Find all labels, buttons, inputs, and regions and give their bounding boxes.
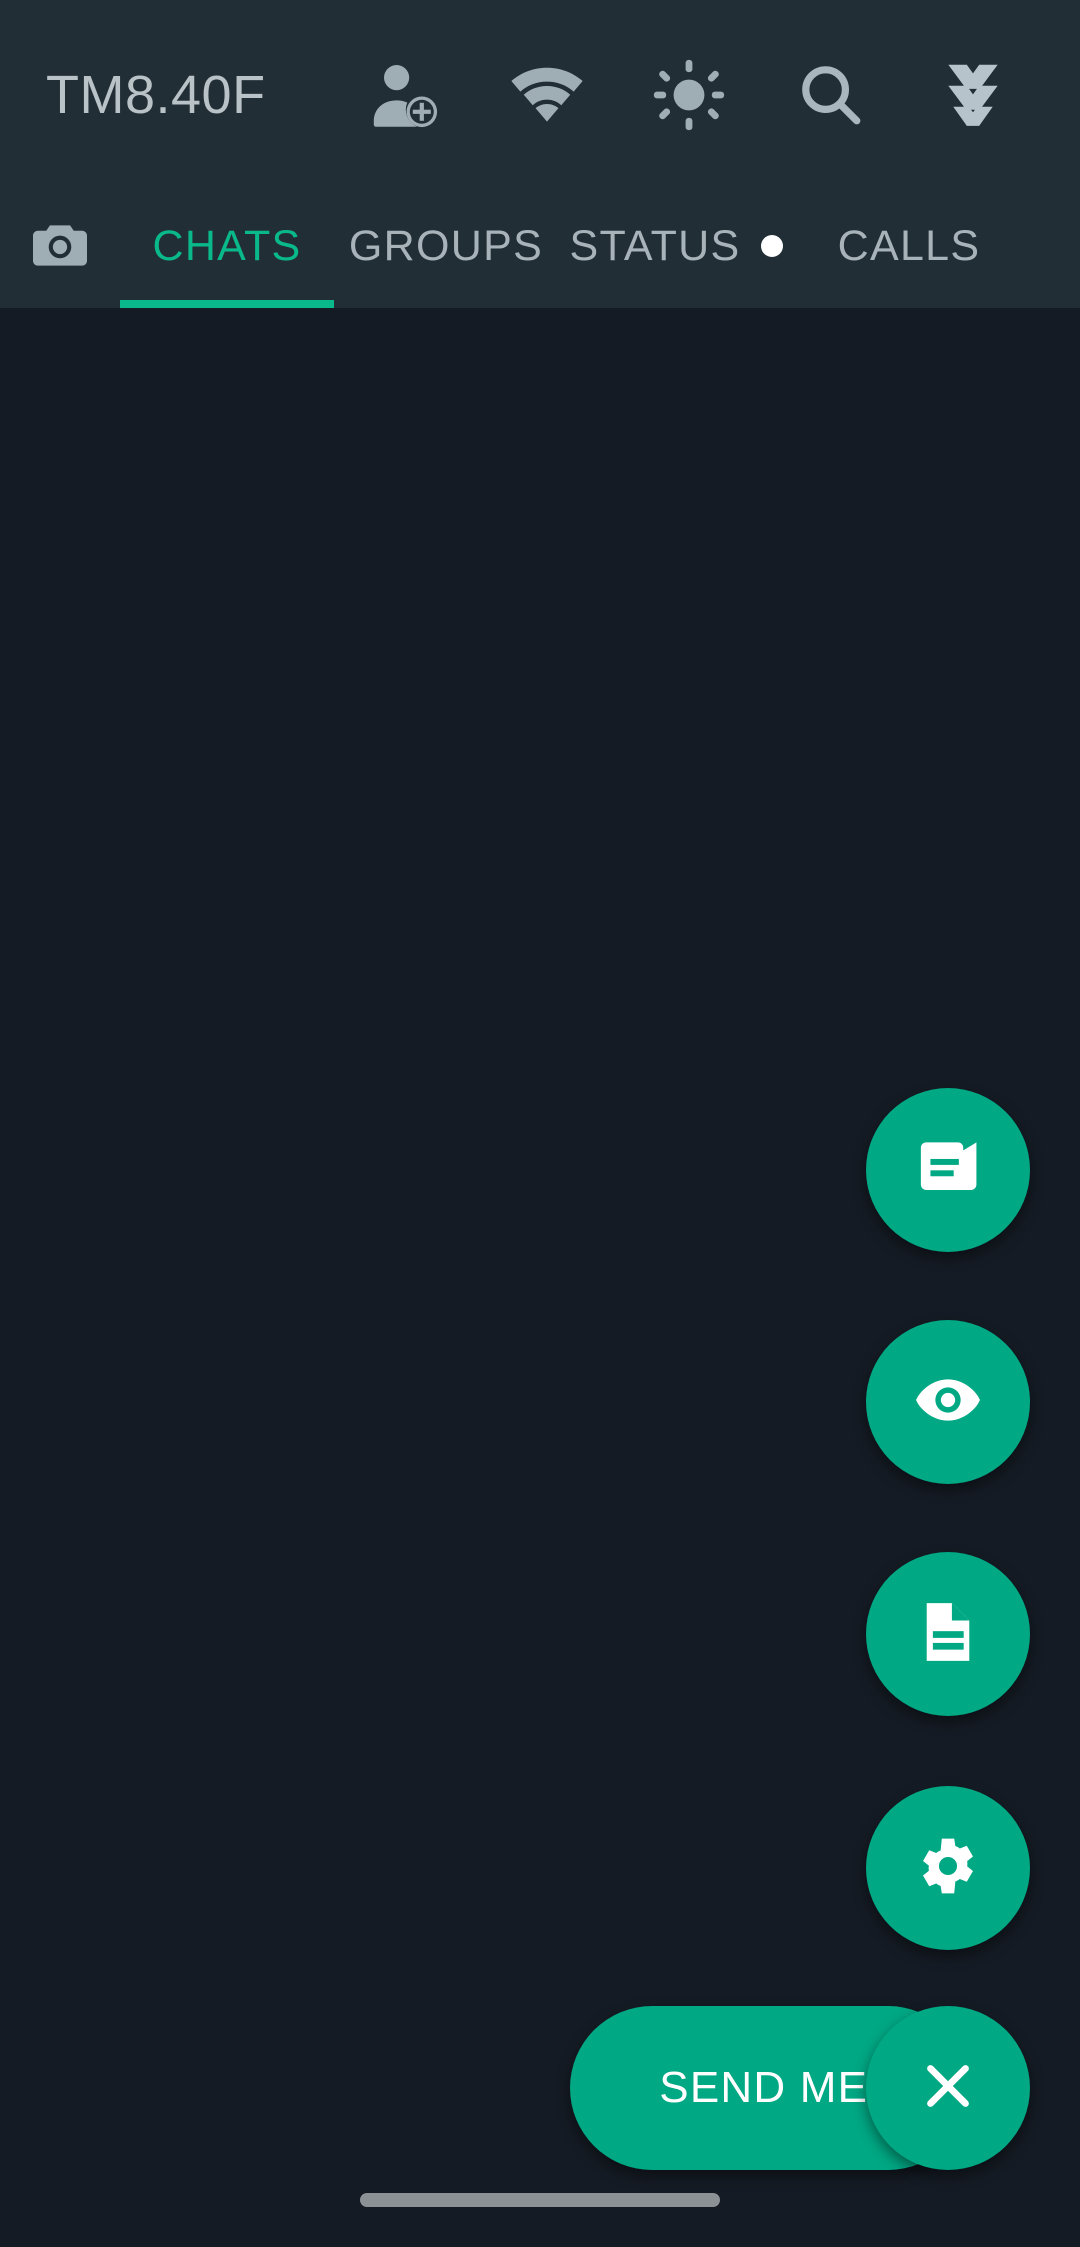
- camera-tab[interactable]: [0, 217, 120, 282]
- new-message-fab[interactable]: [866, 1088, 1030, 1252]
- home-gesture-pill[interactable]: [360, 2193, 720, 2207]
- search-icon[interactable]: [760, 30, 902, 160]
- page-title: TM8.40F: [46, 65, 266, 125]
- system-navigation-bar: [0, 2169, 1080, 2247]
- tab-chats[interactable]: CHATS: [120, 187, 334, 311]
- status-unread-dot: [760, 235, 783, 257]
- add-contact-icon[interactable]: [334, 30, 476, 160]
- app-bar-actions: [334, 30, 1044, 160]
- wifi-icon[interactable]: [476, 30, 618, 160]
- close-fab[interactable]: [866, 2006, 1030, 2170]
- tab-chats-label: CHATS: [152, 221, 302, 270]
- tab-groups[interactable]: GROUPS: [334, 187, 558, 311]
- camera-icon: [30, 217, 90, 276]
- close-icon: [920, 2058, 976, 2119]
- app-bar: TM8.40F: [0, 0, 1080, 190]
- document-fab[interactable]: [866, 1552, 1030, 1716]
- tab-calls-label: CALLS: [837, 221, 981, 270]
- tab-status[interactable]: STATUS: [558, 187, 794, 311]
- message-icon: [917, 1138, 979, 1203]
- settings-fab[interactable]: [866, 1786, 1030, 1950]
- document-icon: [920, 1599, 976, 1670]
- tab-bar: CHATS GROUPS STATUS CALLS: [0, 190, 1080, 308]
- gear-icon: [917, 1835, 979, 1902]
- send-message-label: SEND MES: [659, 2063, 899, 2112]
- chevrons-down-icon[interactable]: [902, 30, 1044, 160]
- tab-groups-label: GROUPS: [348, 221, 544, 270]
- brightness-icon[interactable]: [618, 30, 760, 160]
- view-fab[interactable]: [866, 1320, 1030, 1484]
- chat-list-content: [0, 308, 1080, 2247]
- app-screen: TM8.40F CHATS GROUPS STATUS CALLS SEND M…: [0, 0, 1080, 2247]
- tab-status-label: STATUS: [569, 221, 741, 270]
- tab-active-indicator: [120, 300, 334, 308]
- tab-calls[interactable]: CALLS: [794, 187, 1024, 311]
- eye-icon: [915, 1376, 981, 1429]
